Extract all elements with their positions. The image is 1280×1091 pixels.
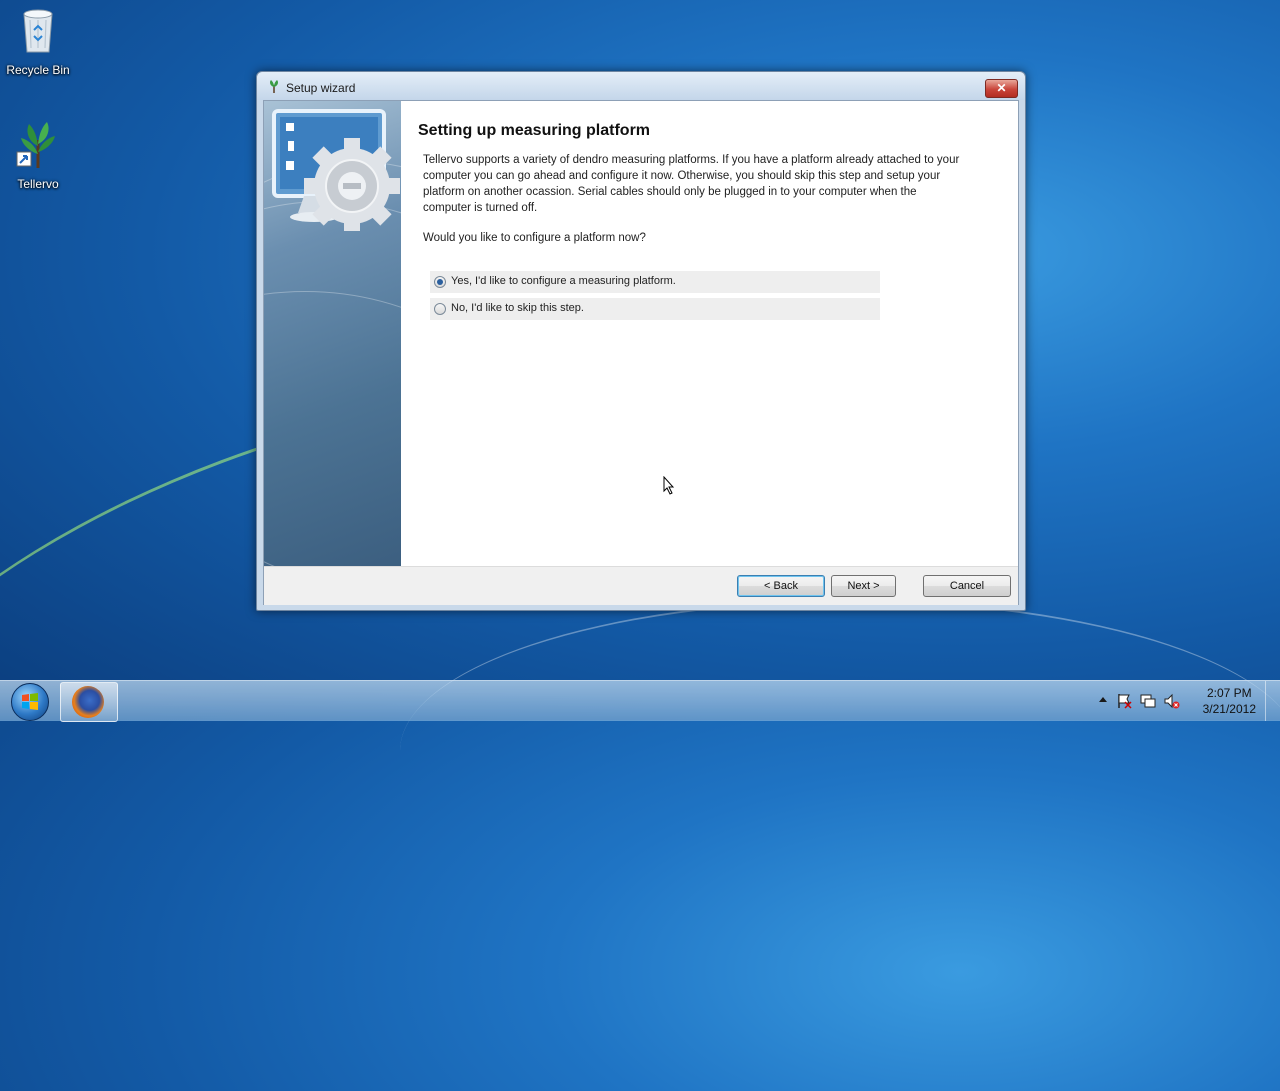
system-clock[interactable]: 2:07 PM 3/21/2012: [1203, 685, 1256, 717]
radio-option-skip[interactable]: No, I'd like to skip this step.: [430, 298, 880, 320]
wizard-sidebar-banner: [264, 101, 401, 566]
description-text: Tellervo supports a variety of dendro me…: [423, 154, 960, 214]
window-title: Setup wizard: [286, 81, 356, 95]
desktop-icon-recycle-bin[interactable]: Recycle Bin: [0, 6, 76, 77]
network-icon[interactable]: [1140, 693, 1156, 712]
recycle-bin-icon: [0, 6, 76, 59]
radio-button-unchecked[interactable]: [434, 303, 446, 315]
settings-monitor-icon: [272, 109, 400, 231]
desktop-icon-label: Recycle Bin: [6, 63, 70, 77]
radio-option-label: Yes, I'd like to configure a measuring p…: [451, 275, 676, 287]
firefox-icon: [72, 686, 104, 718]
wizard-content: Setting up measuring platform Tellervo s…: [401, 101, 1018, 566]
wizard-body: Setting up measuring platform Tellervo s…: [263, 100, 1019, 605]
mouse-cursor-icon: [663, 476, 675, 495]
show-desktop-button[interactable]: [1265, 681, 1280, 721]
desktop-icon-tellervo[interactable]: Tellervo: [0, 120, 76, 191]
setup-wizard-window: Setup wizard ✕ Setting up measuring plat…: [256, 71, 1026, 611]
system-tray: 2:07 PM 3/21/2012: [1090, 681, 1280, 721]
taskbar-firefox-button[interactable]: [60, 682, 118, 722]
back-button[interactable]: < Back: [737, 575, 825, 597]
taskbar: 2:07 PM 3/21/2012: [0, 680, 1280, 722]
show-hidden-icons-arrow-icon[interactable]: [1098, 694, 1108, 706]
button-bar: < Back Next > Cancel: [264, 566, 1018, 605]
clock-time: 2:07 PM: [1206, 686, 1252, 700]
wallpaper-swoosh-light: [400, 600, 1280, 902]
windows-logo-icon: [11, 683, 49, 721]
volume-muted-icon[interactable]: [1164, 693, 1180, 712]
cancel-button[interactable]: Cancel: [923, 575, 1011, 597]
radio-button-checked[interactable]: [434, 276, 446, 288]
radio-option-label: No, I'd like to skip this step.: [451, 302, 584, 314]
question-text: Would you like to configure a platform n…: [423, 232, 646, 244]
desktop-icon-label: Tellervo: [17, 177, 59, 191]
action-center-flag-icon[interactable]: [1116, 693, 1132, 712]
clock-date: 3/21/2012: [1202, 702, 1256, 716]
title-bar[interactable]: Setup wizard ✕: [257, 72, 1025, 100]
start-button[interactable]: [3, 681, 53, 721]
page-title: Setting up measuring platform: [418, 122, 651, 139]
close-button[interactable]: ✕: [985, 79, 1018, 98]
tellervo-tree-icon: [0, 120, 76, 173]
next-button[interactable]: Next >: [831, 575, 896, 597]
radio-option-configure[interactable]: Yes, I'd like to configure a measuring p…: [430, 271, 880, 293]
tellervo-app-icon: [267, 80, 281, 99]
